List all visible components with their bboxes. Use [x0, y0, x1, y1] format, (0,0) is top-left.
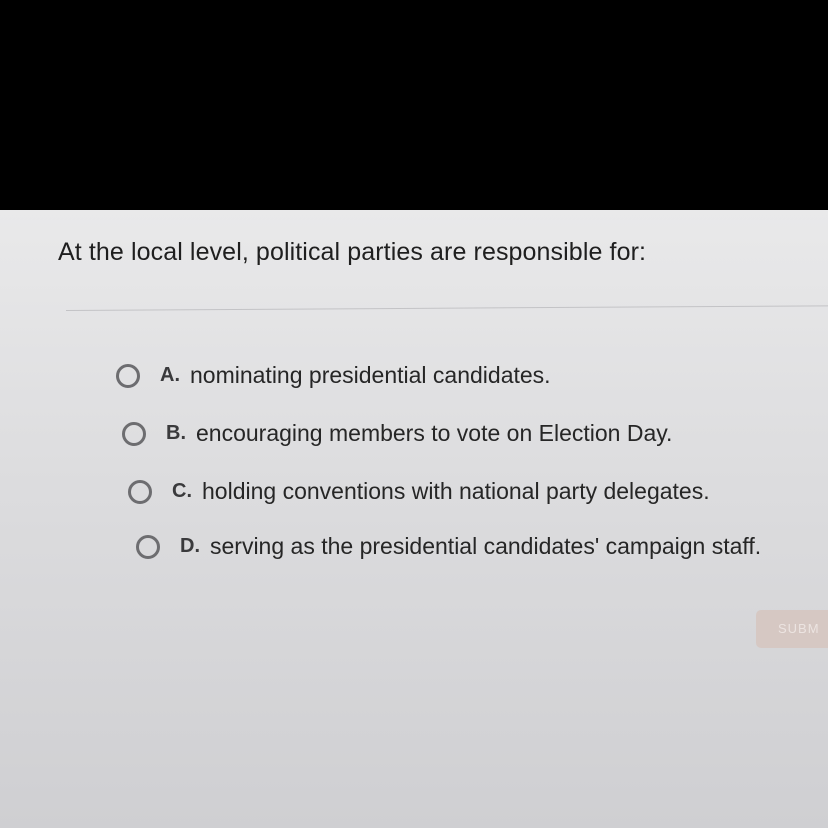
divider: [65, 305, 828, 311]
option-letter-c: C.: [172, 480, 192, 502]
question-text: At the local level, political parties ar…: [58, 238, 647, 266]
radio-button-c[interactable]: [128, 479, 152, 504]
quiz-panel: At the local level, political parties ar…: [0, 210, 828, 828]
radio-button-b[interactable]: [122, 421, 146, 446]
option-text-c: holding conventions with national party …: [202, 478, 710, 504]
option-letter-d: D.: [180, 535, 200, 557]
answer-option-a[interactable]: A. nominating presidential candidates.: [116, 362, 551, 389]
submit-button[interactable]: SUBM: [756, 610, 828, 648]
option-letter-a: A.: [160, 364, 180, 386]
option-text-d: serving as the presidential candidates' …: [210, 533, 762, 559]
answer-option-b[interactable]: B. encouraging members to vote on Electi…: [122, 420, 672, 447]
option-letter-b: B.: [166, 422, 186, 444]
option-text-b: encouraging members to vote on Election …: [196, 420, 673, 446]
radio-button-d[interactable]: [136, 534, 160, 559]
photo-frame: At the local level, political parties ar…: [0, 0, 828, 828]
option-text-a: nominating presidential candidates.: [190, 362, 551, 388]
radio-button-a[interactable]: [116, 363, 140, 388]
answer-option-c[interactable]: C. holding conventions with national par…: [128, 478, 710, 505]
answer-option-d[interactable]: D. serving as the presidential candidate…: [136, 533, 761, 560]
